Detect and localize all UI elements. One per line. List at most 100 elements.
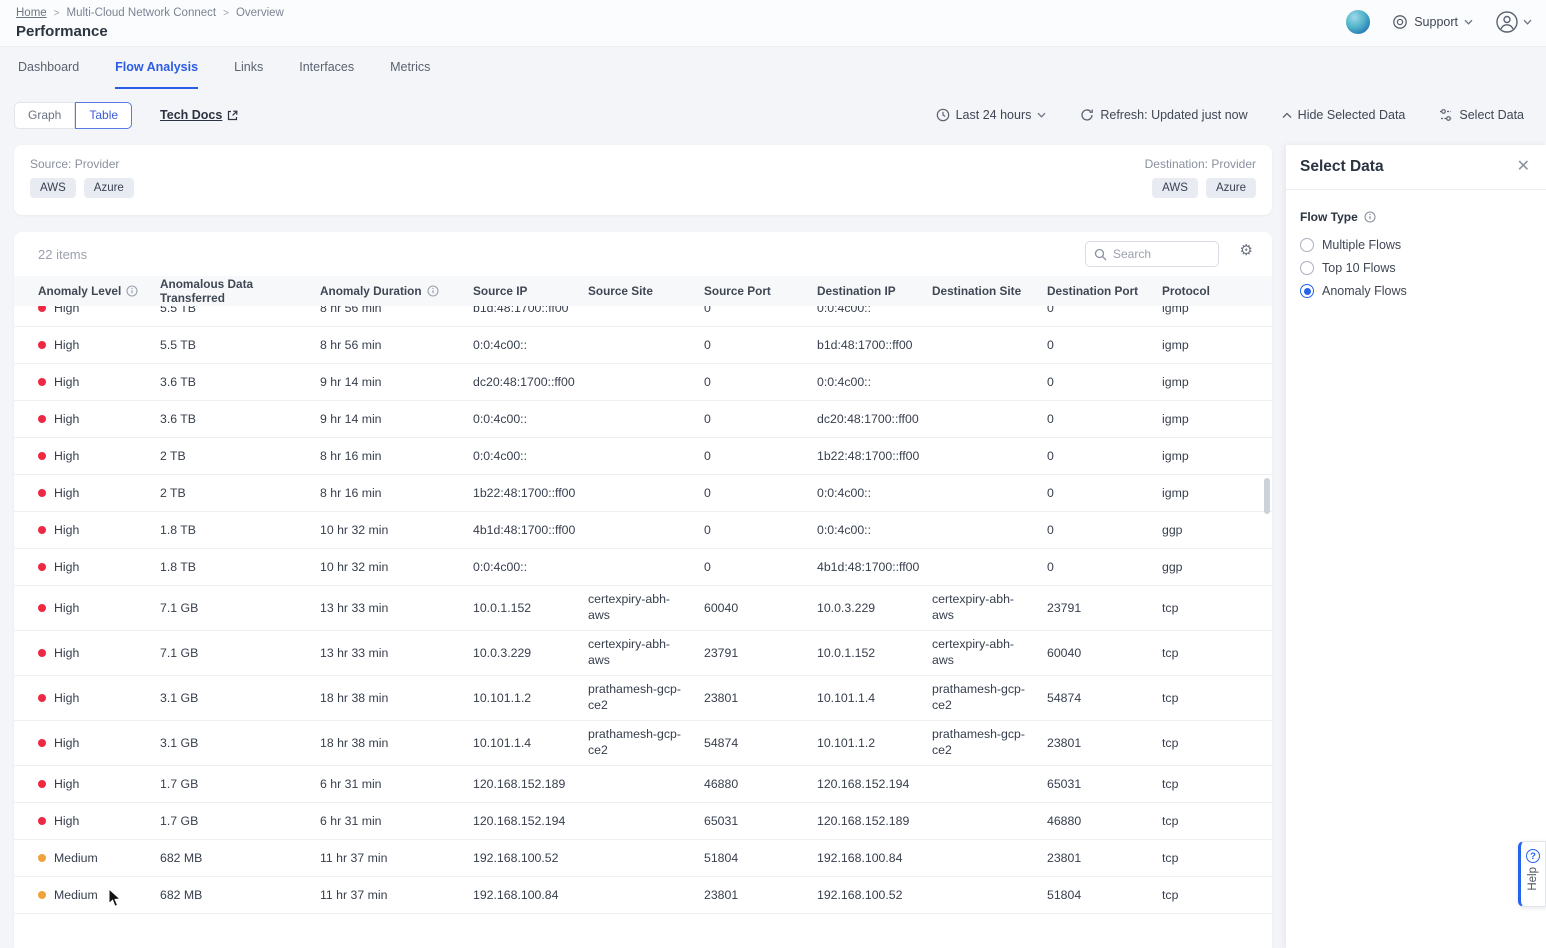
table-row[interactable]: High1.7 GB6 hr 31 min120.168.152.1946503… <box>14 803 1272 840</box>
flow-type-option-label: Top 10 Flows <box>1322 261 1396 275</box>
help-tab[interactable]: ? Help <box>1518 841 1546 907</box>
destination-port-cell: 0 <box>1047 486 1162 500</box>
anomaly-level-text: High <box>54 691 79 705</box>
destination-chip-azure[interactable]: Azure <box>1206 178 1256 198</box>
table-row[interactable]: High3.6 TB9 hr 14 min0:0:4c00::0dc20:48:… <box>14 401 1272 438</box>
tab-links[interactable]: Links <box>234 47 263 89</box>
table-row[interactable]: Medium682 MB11 hr 37 min192.168.100.8423… <box>14 877 1272 914</box>
table-row[interactable]: High1.7 GB6 hr 31 min120.168.152.1894688… <box>14 766 1272 803</box>
column-header[interactable]: Anomaly Duration <box>320 284 473 298</box>
data-transferred-cell: 2 TB <box>160 486 320 500</box>
anomaly-level-cell: High <box>38 338 160 352</box>
protocol-cell: tcp <box>1162 601 1248 615</box>
close-icon[interactable]: ✕ <box>1517 159 1530 175</box>
flow-type-option-multiple-flows[interactable]: Multiple Flows <box>1300 238 1532 252</box>
source-port-cell: 54874 <box>704 736 817 750</box>
protocol-cell: tcp <box>1162 646 1248 660</box>
column-header-label: Anomaly Duration <box>320 284 422 298</box>
refresh-button[interactable]: Refresh: Updated just now <box>1080 108 1247 122</box>
anomaly-level-dot-icon <box>38 563 46 571</box>
tab-dashboard[interactable]: Dashboard <box>18 47 79 89</box>
hide-selected-label: Hide Selected Data <box>1298 108 1406 122</box>
time-range-dropdown[interactable]: Last 24 hours <box>936 108 1047 122</box>
table-row[interactable]: High3.1 GB18 hr 38 min10.101.1.4prathame… <box>14 721 1272 766</box>
table-row[interactable]: High1.8 TB10 hr 32 min4b1d:48:1700::ff00… <box>14 512 1272 549</box>
column-header[interactable]: Destination Site <box>932 284 1047 298</box>
destination-ip-cell: dc20:48:1700::ff00 <box>817 412 932 426</box>
anomaly-level-dot-icon <box>38 489 46 497</box>
column-header-label: Destination Port <box>1047 284 1138 298</box>
source-port-cell: 65031 <box>704 814 817 828</box>
anomaly-level-dot-icon <box>38 306 46 312</box>
flow-type-option-anomaly-flows[interactable]: Anomaly Flows <box>1300 284 1532 298</box>
anomaly-level-text: High <box>54 814 79 828</box>
source-port-cell: 23791 <box>704 646 817 660</box>
flow-type-option-top-10-flows[interactable]: Top 10 Flows <box>1300 261 1532 275</box>
hide-selected-data-button[interactable]: Hide Selected Data <box>1282 108 1406 122</box>
graph-view-button[interactable]: Graph <box>14 102 75 129</box>
external-link-icon <box>227 110 238 121</box>
breadcrumb-home[interactable]: Home <box>16 7 47 19</box>
select-data-button[interactable]: Select Data <box>1439 108 1524 122</box>
data-transferred-cell: 682 MB <box>160 888 320 902</box>
refresh-label: Refresh: Updated just now <box>1100 108 1247 122</box>
support-menu[interactable]: Support <box>1392 14 1473 30</box>
column-header[interactable]: Destination IP <box>817 284 932 298</box>
destination-port-cell: 0 <box>1047 375 1162 389</box>
anomaly-level-cell: Medium <box>38 888 160 902</box>
table-row[interactable]: High3.1 GB18 hr 38 min10.101.1.2prathame… <box>14 676 1272 721</box>
search-icon <box>1094 248 1107 261</box>
column-header[interactable]: Anomalous Data Transferred <box>160 277 320 305</box>
panel-title: Select Data <box>1300 158 1384 176</box>
destination-chip-aws[interactable]: AWS <box>1152 178 1198 198</box>
table-row[interactable]: High1.8 TB10 hr 32 min0:0:4c00::04b1d:48… <box>14 549 1272 586</box>
search-input[interactable] <box>1113 247 1203 261</box>
anomaly-level-cell: Medium <box>38 851 160 865</box>
tab-flow-analysis[interactable]: Flow Analysis <box>115 47 198 89</box>
data-transferred-cell: 1.7 GB <box>160 814 320 828</box>
table-row[interactable]: High7.1 GB13 hr 33 min10.0.3.229certexpi… <box>14 631 1272 676</box>
table-row[interactable]: High2 TB8 hr 16 min0:0:4c00::01b22:48:17… <box>14 438 1272 475</box>
search-box[interactable] <box>1085 241 1219 267</box>
table-settings-gear-icon[interactable]: ⚙ <box>1240 243 1253 258</box>
table-scrollbar[interactable] <box>1264 478 1270 514</box>
column-header[interactable]: Source IP <box>473 284 588 298</box>
anomaly-level-cell: High <box>38 560 160 574</box>
destination-site-cell: prathamesh-gcp-ce2 <box>932 682 1047 714</box>
table-row[interactable]: Medium682 MB11 hr 37 min192.168.100.5251… <box>14 840 1272 877</box>
source-ip-cell: b1d:48:1700::ff00 <box>473 306 588 315</box>
protocol-cell: tcp <box>1162 851 1248 865</box>
column-header[interactable]: Protocol <box>1162 284 1248 298</box>
column-header[interactable]: Source Port <box>704 284 817 298</box>
anomaly-level-text: Medium <box>54 888 98 902</box>
table-row[interactable]: High5.5 TB8 hr 56 min0:0:4c00::0b1d:48:1… <box>14 327 1272 364</box>
duration-cell: 13 hr 33 min <box>320 646 473 660</box>
protocol-cell: ggp <box>1162 523 1248 537</box>
destination-ip-cell: 10.0.3.229 <box>817 601 932 615</box>
tab-metrics[interactable]: Metrics <box>390 47 430 89</box>
table-row[interactable]: High5.5 TB8 hr 56 minb1d:48:1700::ff0000… <box>14 306 1272 327</box>
destination-port-cell: 0 <box>1047 338 1162 352</box>
table-row[interactable]: High2 TB8 hr 16 min1b22:48:1700::ff0000:… <box>14 475 1272 512</box>
toolbar: Graph Table Tech Docs Last 24 hours Refr… <box>0 98 1546 132</box>
table-view-button[interactable]: Table <box>75 102 132 129</box>
anomaly-level-cell: High <box>38 814 160 828</box>
source-chip-aws[interactable]: AWS <box>30 178 76 198</box>
protocol-cell: tcp <box>1162 888 1248 902</box>
column-header[interactable]: Destination Port <box>1047 284 1162 298</box>
table-row[interactable]: High7.1 GB13 hr 33 min10.0.1.152certexpi… <box>14 586 1272 631</box>
anomaly-level-dot-icon <box>38 694 46 702</box>
column-header[interactable]: Source Site <box>588 284 704 298</box>
anomaly-level-text: High <box>54 560 79 574</box>
anomaly-level-cell: High <box>38 736 160 750</box>
tech-docs-link[interactable]: Tech Docs <box>160 108 238 122</box>
user-menu[interactable] <box>1495 10 1532 34</box>
tab-interfaces[interactable]: Interfaces <box>299 47 354 89</box>
source-chip-azure[interactable]: Azure <box>84 178 134 198</box>
destination-port-cell: 0 <box>1047 306 1162 315</box>
anomaly-level-dot-icon <box>38 649 46 657</box>
breadcrumb-section[interactable]: Multi-Cloud Network Connect <box>67 7 217 19</box>
table-row[interactable]: High3.6 TB9 hr 14 mindc20:48:1700::ff000… <box>14 364 1272 401</box>
anomaly-level-dot-icon <box>38 378 46 386</box>
column-header[interactable]: Anomaly Level <box>38 284 160 298</box>
